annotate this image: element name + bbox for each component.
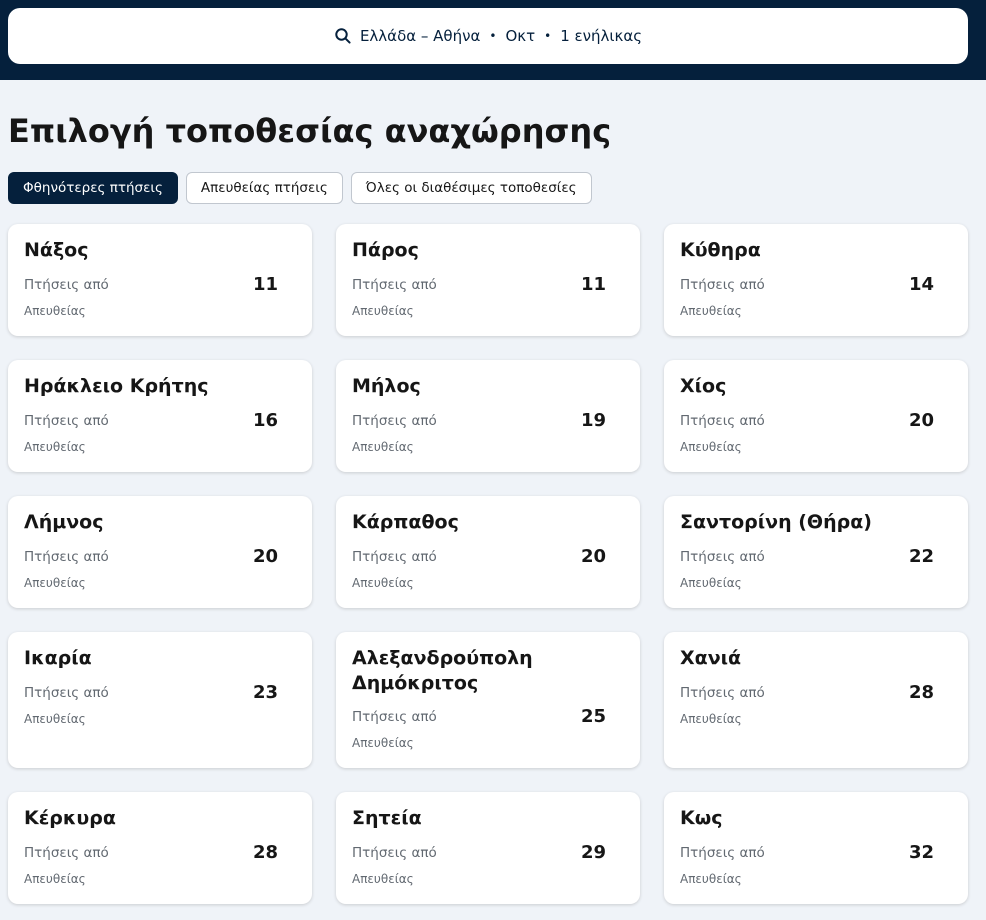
price: 20 bbox=[252, 546, 278, 567]
flights-from-label: Πτήσεις από bbox=[680, 685, 765, 701]
city-name: Αλεξανδρούπολη Δημόκριτος bbox=[352, 647, 533, 694]
destination-card[interactable]: Κύθηρα Πτήσεις από 14 Απευθείας bbox=[664, 224, 968, 336]
tab-all-locations[interactable]: Όλες οι διαθέσιμες τοποθεσίες bbox=[350, 172, 592, 204]
destination-card[interactable]: Σητεία Πτήσεις από 29 Απευθείας bbox=[336, 792, 640, 904]
separator-dot: • bbox=[544, 29, 552, 43]
price: 11 bbox=[252, 274, 278, 295]
search-month: Οκτ bbox=[505, 27, 536, 45]
direct-label: Απευθείας bbox=[24, 304, 86, 318]
direct-label: Απευθείας bbox=[352, 440, 414, 454]
price: 11 bbox=[580, 274, 606, 295]
price: 32 bbox=[908, 842, 934, 863]
flights-from-label: Πτήσεις από bbox=[680, 549, 765, 565]
filter-tabs: Φθηνότερες πτήσεις Απευθείας πτήσεις Όλε… bbox=[8, 172, 592, 204]
flights-from-label: Πτήσεις από bbox=[24, 277, 109, 293]
city-name: Λήμνος bbox=[24, 511, 104, 533]
price: 19 bbox=[580, 410, 606, 431]
direct-label: Απευθείας bbox=[352, 872, 414, 886]
direct-label: Απευθείας bbox=[680, 576, 742, 590]
direct-label: Απευθείας bbox=[352, 304, 414, 318]
destination-card[interactable]: Νάξος Πτήσεις από 11 Απευθείας bbox=[8, 224, 312, 336]
city-name: Μήλος bbox=[352, 375, 421, 397]
destination-card[interactable]: Μήλος Πτήσεις από 19 Απευθείας bbox=[336, 360, 640, 472]
top-header-bar: Ελλάδα – Αθήνα • Οκτ • 1 ενήλικας bbox=[0, 0, 986, 80]
price: 28 bbox=[908, 682, 934, 703]
price: 20 bbox=[580, 546, 606, 567]
city-name: Σητεία bbox=[352, 807, 422, 829]
city-name: Κως bbox=[680, 807, 723, 829]
direct-label: Απευθείας bbox=[24, 872, 86, 886]
city-name: Ηράκλειο Κρήτης bbox=[24, 375, 209, 397]
tab-cheapest[interactable]: Φθηνότερες πτήσεις bbox=[8, 172, 178, 204]
flights-from-label: Πτήσεις από bbox=[680, 845, 765, 861]
direct-label: Απευθείας bbox=[24, 576, 86, 590]
flights-from-label: Πτήσεις από bbox=[352, 549, 437, 565]
separator-dot: • bbox=[489, 29, 497, 43]
flights-from-label: Πτήσεις από bbox=[24, 413, 109, 429]
destination-card[interactable]: Κάρπαθος Πτήσεις από 20 Απευθείας bbox=[336, 496, 640, 608]
destination-card[interactable]: Ικαρία Πτήσεις από 23 Απευθείας bbox=[8, 632, 312, 768]
price: 23 bbox=[252, 682, 278, 703]
direct-label: Απευθείας bbox=[24, 440, 86, 454]
destination-card[interactable]: Κως Πτήσεις από 32 Απευθείας bbox=[664, 792, 968, 904]
city-name: Κάρπαθος bbox=[352, 511, 459, 533]
direct-label: Απευθείας bbox=[24, 712, 86, 726]
flights-from-label: Πτήσεις από bbox=[352, 277, 437, 293]
city-name: Ικαρία bbox=[24, 647, 92, 669]
search-summary-box[interactable]: Ελλάδα – Αθήνα • Οκτ • 1 ενήλικας bbox=[8, 8, 968, 64]
flights-from-label: Πτήσεις από bbox=[24, 685, 109, 701]
search-destination: Ελλάδα – Αθήνα bbox=[359, 27, 481, 45]
direct-label: Απευθείας bbox=[352, 736, 414, 750]
destination-card[interactable]: Πάρος Πτήσεις από 11 Απευθείας bbox=[336, 224, 640, 336]
search-icon bbox=[334, 27, 352, 45]
tab-direct[interactable]: Απευθείας πτήσεις bbox=[185, 172, 343, 204]
city-name: Κέρκυρα bbox=[24, 807, 116, 829]
city-name: Νάξος bbox=[24, 239, 89, 261]
destination-card[interactable]: Αλεξανδρούπολη Δημόκριτος Πτήσεις από 25… bbox=[336, 632, 640, 768]
destination-card[interactable]: Σαντορίνη (Θήρα) Πτήσεις από 22 Απευθεία… bbox=[664, 496, 968, 608]
city-name: Πάρος bbox=[352, 239, 419, 261]
price: 25 bbox=[580, 706, 606, 727]
price: 28 bbox=[252, 842, 278, 863]
direct-label: Απευθείας bbox=[680, 872, 742, 886]
destination-card[interactable]: Χίος Πτήσεις από 20 Απευθείας bbox=[664, 360, 968, 472]
direct-label: Απευθείας bbox=[680, 440, 742, 454]
city-name: Χίος bbox=[680, 375, 727, 397]
flights-from-label: Πτήσεις από bbox=[680, 277, 765, 293]
direct-label: Απευθείας bbox=[680, 712, 742, 726]
destination-card[interactable]: Ηράκλειο Κρήτης Πτήσεις από 16 Απευθείας bbox=[8, 360, 312, 472]
destination-card[interactable]: Κέρκυρα Πτήσεις από 28 Απευθείας bbox=[8, 792, 312, 904]
flights-from-label: Πτήσεις από bbox=[352, 413, 437, 429]
direct-label: Απευθείας bbox=[352, 576, 414, 590]
direct-label: Απευθείας bbox=[680, 304, 742, 318]
page-title: Επιλογή τοποθεσίας αναχώρησης bbox=[8, 112, 612, 150]
city-name: Χανιά bbox=[680, 647, 742, 669]
flights-from-label: Πτήσεις από bbox=[680, 413, 765, 429]
city-name: Σαντορίνη (Θήρα) bbox=[680, 511, 872, 533]
city-name: Κύθηρα bbox=[680, 239, 761, 261]
destination-card[interactable]: Χανιά Πτήσεις από 28 Απευθείας bbox=[664, 632, 968, 768]
search-travellers: 1 ενήλικας bbox=[560, 27, 643, 45]
flights-from-label: Πτήσεις από bbox=[24, 549, 109, 565]
price: 20 bbox=[908, 410, 934, 431]
destination-card[interactable]: Λήμνος Πτήσεις από 20 Απευθείας bbox=[8, 496, 312, 608]
flights-from-label: Πτήσεις από bbox=[352, 845, 437, 861]
price: 22 bbox=[908, 546, 934, 567]
price: 14 bbox=[908, 274, 934, 295]
price: 16 bbox=[252, 410, 278, 431]
price: 29 bbox=[580, 842, 606, 863]
flights-from-label: Πτήσεις από bbox=[352, 709, 437, 725]
flights-from-label: Πτήσεις από bbox=[24, 845, 109, 861]
